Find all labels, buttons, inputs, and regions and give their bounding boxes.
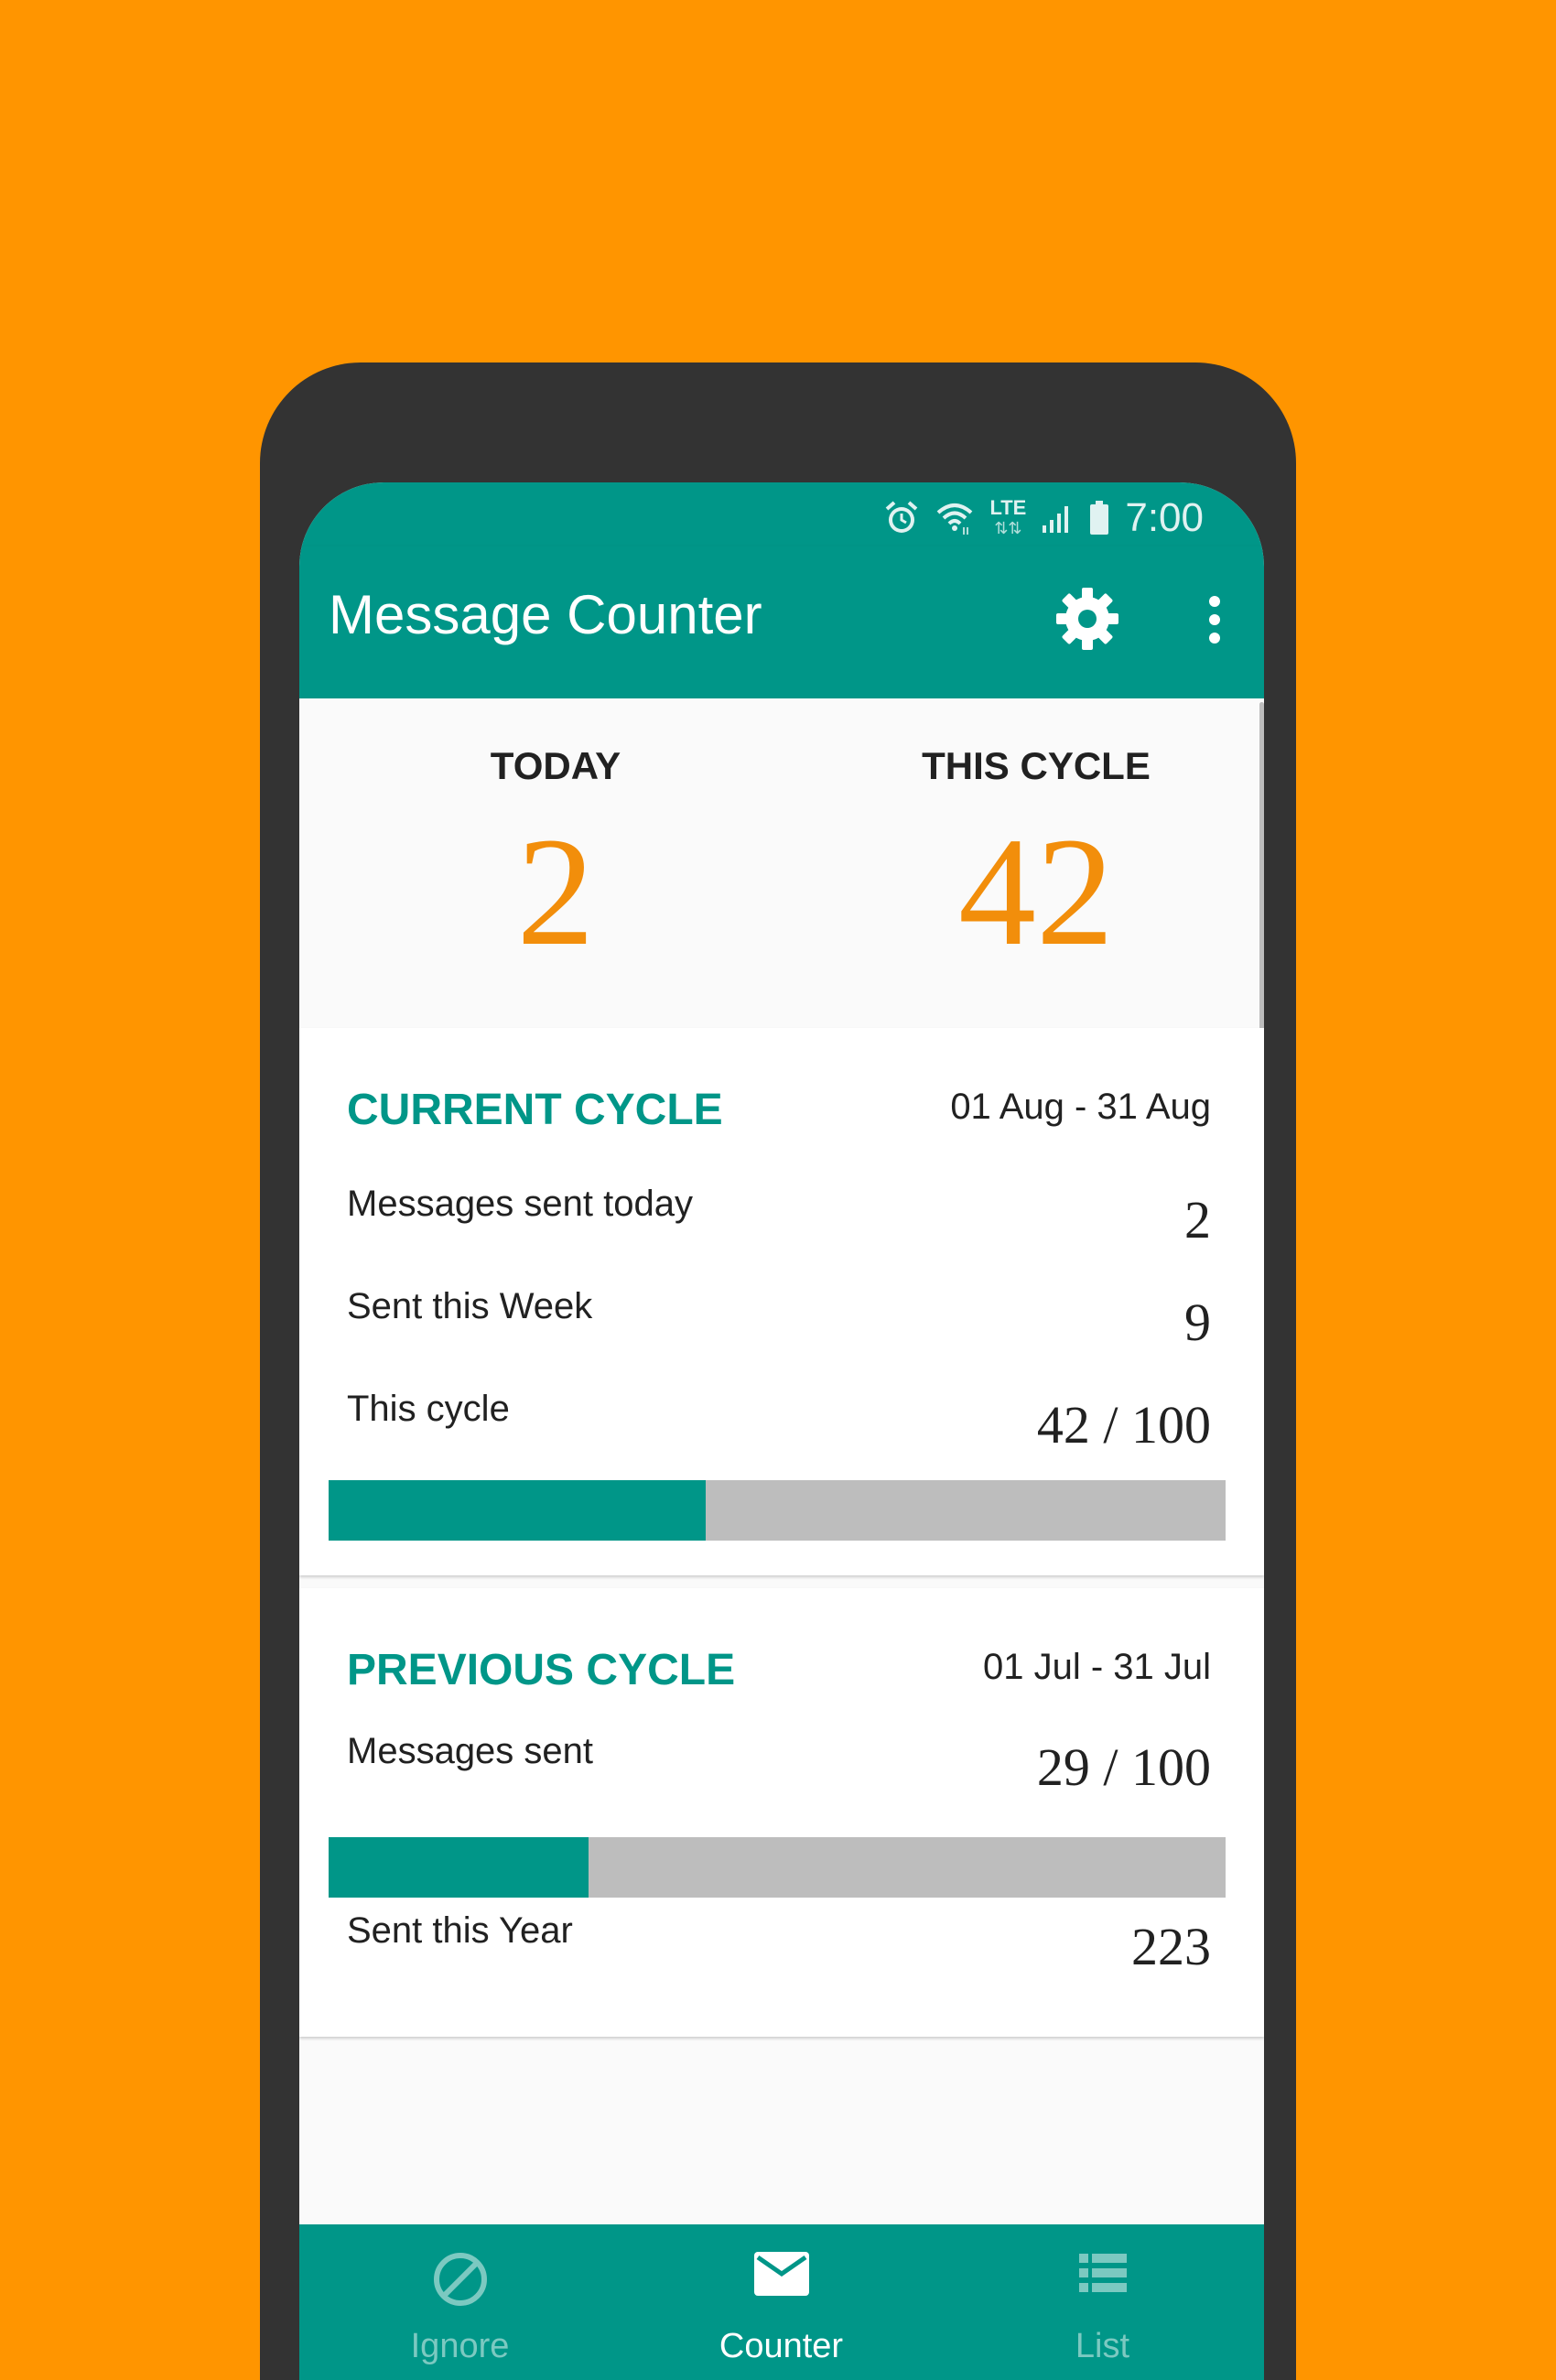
messages-today-value: 2 [1184, 1190, 1211, 1250]
nav-list[interactable]: List [942, 2224, 1263, 2380]
today-summary: TODAY 2 [327, 698, 784, 969]
previous-cycle-card: PREVIOUS CYCLE 01 Jul - 31 Jul Messages … [299, 1588, 1264, 2037]
bottom-navigation: Ignore Counter List [299, 2224, 1264, 2380]
messages-today-label: Messages sent today [347, 1184, 693, 1224]
messages-sent-label: Messages sent [347, 1731, 594, 1771]
alarm-icon [883, 500, 920, 536]
settings-button[interactable] [1052, 585, 1123, 656]
signal-icon [1041, 502, 1074, 535]
lte-arrows-icon: ⇅⇅ [994, 519, 1022, 537]
current-cycle-card: CURRENT CYCLE 01 Aug - 31 Aug Messages s… [299, 1028, 1264, 1575]
this-cycle-label: THIS CYCLE [922, 744, 1151, 787]
battery-icon [1088, 500, 1110, 536]
app-title: Message Counter [329, 584, 762, 645]
previous-cycle-range: 01 Jul - 31 Jul [982, 1647, 1211, 1687]
previous-cycle-progress-bar [329, 1837, 1226, 1898]
sent-week-label: Sent this Week [347, 1286, 593, 1326]
nav-counter-label: Counter [719, 2327, 844, 2365]
lte-label: LTE [989, 496, 1027, 519]
summary-panel: TODAY 2 THIS CYCLE 42 [299, 698, 1264, 1026]
this-cycle-label-row: This cycle [347, 1389, 510, 1429]
block-icon [431, 2250, 490, 2313]
status-time: 7:00 [1125, 495, 1204, 540]
current-cycle-progress-fill [329, 1480, 706, 1541]
wifi-icon [935, 500, 975, 536]
this-cycle-value: 42 [958, 806, 1114, 978]
previous-cycle-title: PREVIOUS CYCLE [347, 1646, 736, 1694]
list-icon [1077, 2250, 1129, 2302]
overflow-menu-button[interactable] [1187, 585, 1242, 658]
today-value: 2 [516, 806, 595, 978]
current-cycle-progress-bar [329, 1480, 1226, 1541]
mail-icon [752, 2250, 811, 2302]
today-label: TODAY [490, 744, 621, 787]
previous-cycle-progress-fill [329, 1837, 589, 1898]
nav-counter[interactable]: Counter [621, 2224, 942, 2380]
sent-year-value: 223 [1131, 1917, 1211, 1976]
status-icons: LTE ⇅⇅ 7:00 [883, 495, 1204, 541]
app-screen: LTE ⇅⇅ 7:00 Message Counter TODAY 2 THIS… [299, 482, 1264, 2380]
app-bar: Message Counter [299, 546, 1264, 698]
more-vert-icon [1207, 594, 1222, 650]
current-cycle-range: 01 Aug - 31 Aug [950, 1087, 1211, 1127]
sent-year-label: Sent this Year [347, 1910, 573, 1951]
lte-icon: LTE ⇅⇅ [989, 498, 1026, 538]
nav-list-label: List [1075, 2327, 1130, 2365]
gear-icon [1054, 586, 1120, 656]
nav-ignore-label: Ignore [410, 2327, 510, 2365]
status-bar: LTE ⇅⇅ 7:00 [299, 482, 1264, 546]
this-cycle-summary: THIS CYCLE 42 [807, 698, 1264, 969]
nav-ignore[interactable]: Ignore [299, 2224, 621, 2380]
sent-week-value: 9 [1184, 1293, 1211, 1352]
current-cycle-title: CURRENT CYCLE [347, 1086, 723, 1134]
this-cycle-count: 42 / 100 [1036, 1395, 1211, 1455]
messages-sent-value: 29 / 100 [1036, 1737, 1211, 1797]
